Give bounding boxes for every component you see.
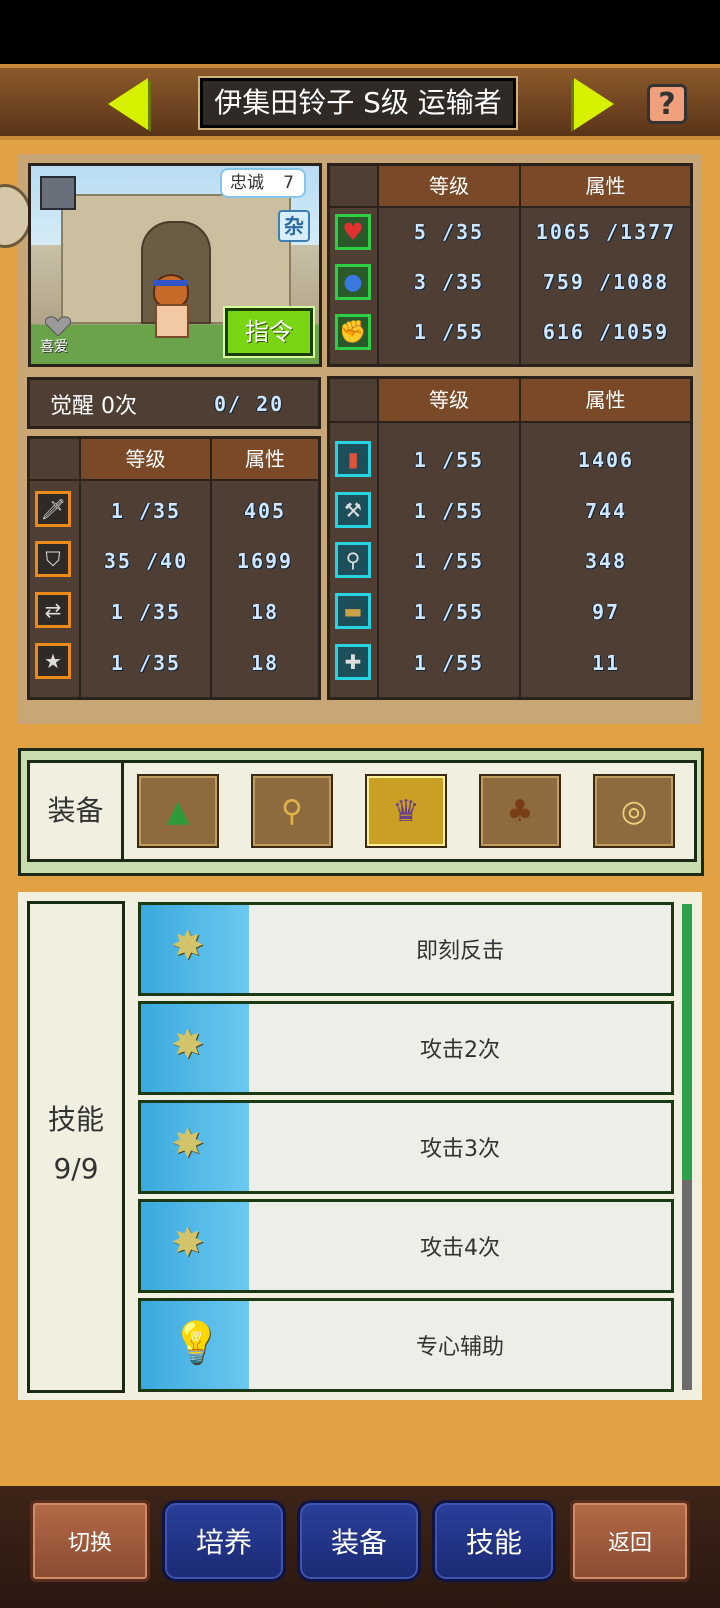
skill-row[interactable]: 💡 专心辅助 [138,1298,674,1392]
status-bar [0,0,720,64]
skill-count: 9/9 [53,1152,99,1185]
luck-attr: 18 [250,651,280,675]
bandage-icon: ✚ [335,644,371,680]
mp-attr: 759 /1088 [542,270,670,294]
col-header-level: 等级 [379,166,519,206]
awakening-value: 0/ 20 [214,392,285,416]
work1-level: 1 /55 [413,448,485,472]
potion-icon: ● [335,264,371,300]
equip-slot-green-hat-icon[interactable]: ▲ [137,774,219,848]
work1-attr: 1406 [577,448,635,472]
luck-level: 1 /35 [110,651,182,675]
book-icon: ▮ [335,441,371,477]
equipment-label: 装备 [30,763,124,859]
equip-button[interactable]: 装备 [297,1500,421,1582]
stamina-attr: 616 /1059 [542,320,670,344]
heart-like-icon[interactable] [44,316,72,336]
col-header-attr: 属性 [521,379,690,421]
rank-icon [40,176,76,210]
sword-burst-icon: ✸ [171,1022,205,1068]
work3-attr: 348 [584,549,628,573]
stamina-level: 1 /55 [413,320,485,344]
col-header-level: 等级 [81,439,210,479]
sword-burst-icon: ✸ [171,1220,205,1266]
work5-level: 1 /55 [413,651,485,675]
work4-attr: 97 [591,600,621,624]
attack-attr: 405 [243,499,287,523]
command-button[interactable]: 指令 [223,306,315,358]
hp-level: 5 /35 [413,220,485,244]
equip-slot-magic-staff-icon[interactable]: ⚲ [251,774,333,848]
loyalty-label: 忠诚 [230,173,264,193]
attack-level: 1 /35 [110,499,182,523]
col-header-attr: 属性 [212,439,318,479]
cross-arrows-icon: ⇄ [35,592,71,628]
awakening-label: 觉醒 0次 [50,394,137,419]
loyalty-value: 7 [283,173,294,193]
hammer-icon: ⚒ [335,492,371,528]
loyalty-badge: 忠诚 7 [220,168,306,198]
col-header-attr: 属性 [521,166,690,206]
work3-level: 1 /55 [413,549,485,573]
lightbulb-icon: 💡 [171,1320,221,1366]
star-icon: ★ [35,643,71,679]
shovel-icon: ⚲ [335,542,371,578]
chest-icon: ▬ [335,593,371,629]
skill-name: 专心辅助 [415,1335,504,1360]
skill-name: 攻击2次 [420,1038,500,1063]
skill-row[interactable]: ✸ 攻击4次 [138,1199,674,1293]
skill-label: 技能 [47,1103,104,1136]
speed-level: 1 /35 [110,600,182,624]
sword-icon: 🗡 [35,491,71,527]
hp-attr: 1065 /1377 [535,220,677,244]
skill-row[interactable]: ✸ 攻击3次 [138,1100,674,1194]
misc-type-badge: 杂 [278,210,310,242]
skill-name: 即刻反击 [415,939,504,964]
heart-icon: ♥ [335,214,371,250]
sword-burst-icon: ✸ [171,923,205,969]
prev-character-arrow-icon[interactable] [108,78,148,130]
defense-level: 35 /40 [103,549,189,573]
shield-icon: ⛉ [35,541,71,577]
equip-slot-ring-icon[interactable]: ◎ [593,774,675,848]
defense-attr: 1699 [236,549,294,573]
equip-slot-robe-icon[interactable]: ♛ [365,774,447,848]
skill-scrollbar-thumb[interactable] [682,904,692,1180]
skill-name: 攻击3次 [420,1137,500,1162]
train-button[interactable]: 培养 [162,1500,286,1582]
skill-side-panel [27,901,125,1393]
like-label: 喜爱 [40,339,68,355]
work2-level: 1 /55 [413,499,485,523]
skill-row[interactable]: ✸ 即刻反击 [138,902,674,996]
character-title: 伊集田铃子 S级 运输者 [198,76,518,130]
sword-burst-icon: ✸ [171,1121,205,1167]
work4-level: 1 /55 [413,600,485,624]
equip-slot-leather-armor-icon[interactable]: ♣ [479,774,561,848]
work5-attr: 11 [591,651,621,675]
work2-attr: 744 [584,499,628,523]
skill-name: 攻击4次 [420,1236,500,1261]
muscle-icon: ✊ [335,314,371,350]
col-header-level: 等级 [379,379,519,421]
skill-row[interactable]: ✸ 攻击2次 [138,1001,674,1095]
speed-attr: 18 [250,600,280,624]
character-sprite [139,274,199,344]
mp-level: 3 /35 [413,270,485,294]
help-button[interactable]: ? [647,84,687,124]
skill-button[interactable]: 技能 [432,1500,556,1582]
next-character-arrow-icon[interactable] [574,78,614,130]
back-button[interactable]: 返回 [570,1500,690,1582]
switch-button[interactable]: 切换 [30,1500,150,1582]
